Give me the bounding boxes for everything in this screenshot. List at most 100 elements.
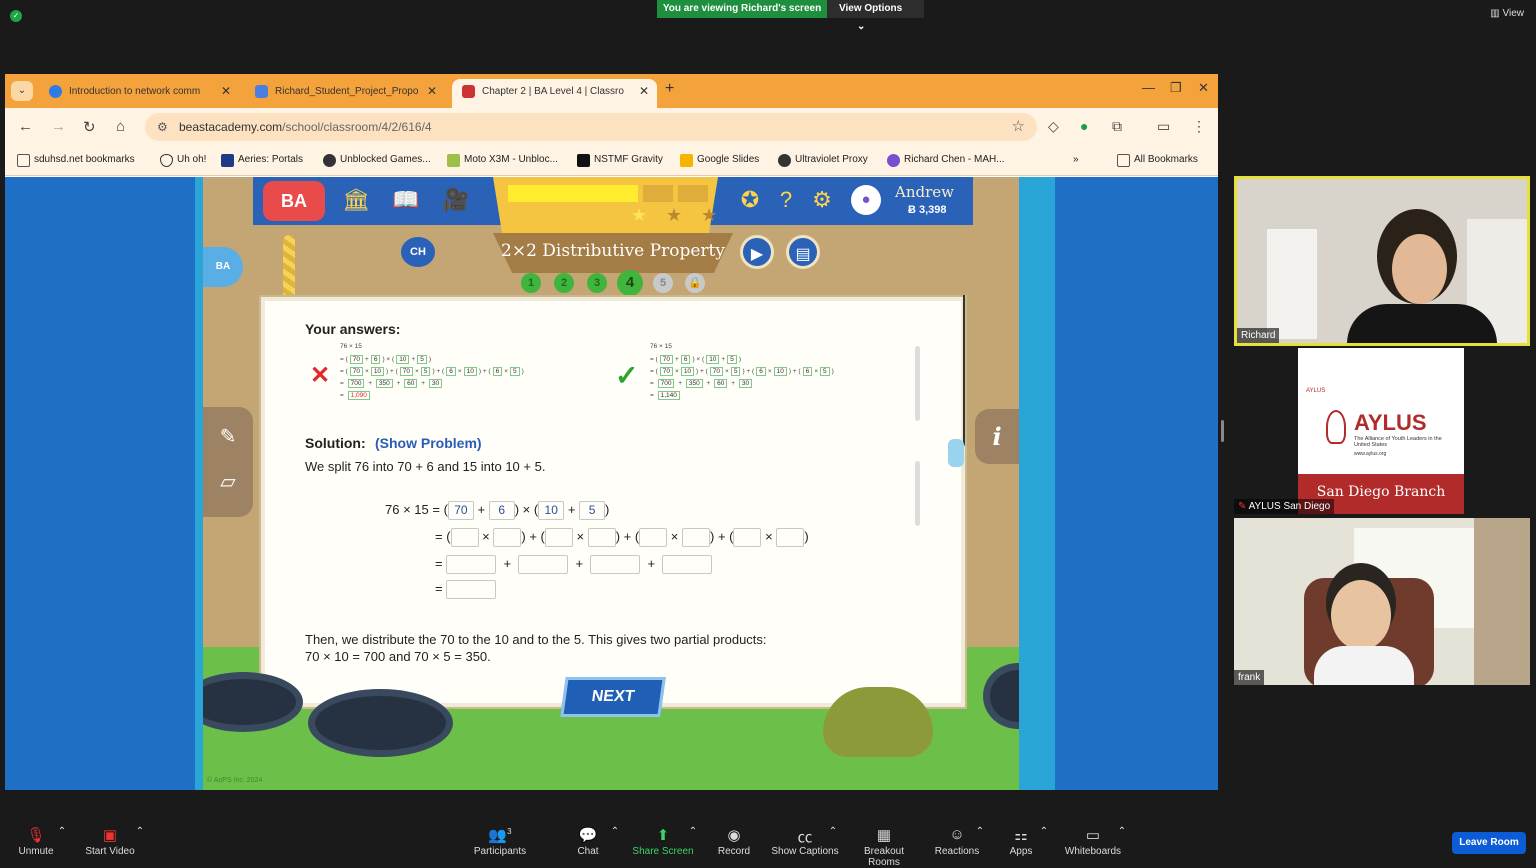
bookmark-ultraviolet-proxy[interactable]: Ultraviolet Proxy <box>778 154 868 167</box>
ublock-extension-icon[interactable]: ◇ <box>1048 118 1059 135</box>
close-tab-icon[interactable]: ✕ <box>221 79 231 104</box>
step-5[interactable]: 5 <box>653 273 673 293</box>
bookmark-unblocked-games[interactable]: Unblocked Games... <box>323 154 431 167</box>
bookmark-sduhsd[interactable]: sduhsd.net bookmarks <box>17 154 135 167</box>
bookmark-nstmf-gravity[interactable]: NSTMF Gravity <box>577 154 663 167</box>
participant-tile-frank[interactable]: frank <box>1234 518 1530 685</box>
attempt-row: = (70 × 10) + (70 × 5) + (6 × 10) + (6 × 5) <box>650 367 834 376</box>
beast-academy-icon <box>462 85 475 98</box>
empty-box[interactable] <box>518 555 569 575</box>
security-shield-icon[interactable]: ✓ <box>10 10 22 22</box>
leave-room-button[interactable]: Leave Room <box>1452 832 1526 854</box>
view-options-button[interactable]: View Options ⌄ <box>827 0 924 32</box>
back-icon[interactable]: ← <box>18 118 33 135</box>
user-name[interactable]: Andrew <box>895 183 954 201</box>
answers-scrollbar[interactable] <box>915 346 920 421</box>
video-camera-icon[interactable]: 🎥 <box>441 185 471 215</box>
whiteboards-options-chevron-icon[interactable]: ⌃ <box>1112 826 1132 837</box>
record-button[interactable]: ◉ Record <box>699 826 769 857</box>
bookmark-aeries[interactable]: Aeries: Portals <box>221 154 303 167</box>
answer-box[interactable]: 10 <box>538 501 565 521</box>
step-4-current[interactable]: 4 <box>617 270 643 296</box>
guide-book-icon[interactable]: ▤ <box>786 235 820 269</box>
step-3[interactable]: 3 <box>587 273 607 293</box>
site-settings-icon[interactable]: ⚙ <box>157 113 168 141</box>
empty-box[interactable] <box>733 528 762 548</box>
step-1[interactable]: 1 <box>521 273 541 293</box>
restore-icon[interactable]: ❐ <box>1170 80 1182 96</box>
bookmark-richard-chen[interactable]: Richard Chen - MAH... <box>887 154 1005 167</box>
chat-options-chevron-icon[interactable]: ⌃ <box>605 826 625 837</box>
participants-label: Participants <box>473 846 527 857</box>
show-problem-link[interactable]: (Show Problem) <box>375 435 482 451</box>
all-bookmarks[interactable]: All Bookmarks <box>1117 154 1198 167</box>
reload-icon[interactable]: ↻ <box>83 118 96 136</box>
tool-panel: ✎ ▱ <box>203 407 253 517</box>
bao-logo[interactable]: BA <box>263 181 325 221</box>
empty-box[interactable] <box>682 528 710 548</box>
settings-gear-icon[interactable]: ⚙ <box>807 185 837 215</box>
empty-box[interactable] <box>590 555 641 575</box>
empty-box[interactable] <box>662 555 713 575</box>
close-tab-icon[interactable]: ✕ <box>427 79 437 104</box>
web-content: BA 🏛 📖 🎥 ★ ★ ★ ✪ ? ⚙ ● Andrew Ƀ 3,398 2×… <box>5 177 1218 790</box>
tab-project-proposal[interactable]: Richard_Student_Project_Propo ✕ <box>245 79 445 108</box>
tab-introduction[interactable]: Introduction to network comm ✕ <box>39 79 239 108</box>
audio-options-chevron-icon[interactable]: ⌃ <box>52 826 72 837</box>
avatar[interactable]: ● <box>851 185 881 215</box>
bookmark-moto-x3m[interactable]: Moto X3M - Unbloc... <box>447 154 558 167</box>
chapter-badge[interactable]: CH <box>401 237 435 267</box>
empty-box[interactable] <box>639 528 668 548</box>
new-tab-button[interactable]: + <box>665 80 674 98</box>
captions-options-chevron-icon[interactable]: ⌃ <box>823 826 843 837</box>
tire-decoration <box>308 689 453 757</box>
tab-search-button[interactable]: ⌄ <box>11 81 33 101</box>
school-icon[interactable]: 🏛 <box>341 185 371 215</box>
bookmark-google-slides[interactable]: Google Slides <box>680 154 759 167</box>
empty-box[interactable] <box>446 555 497 575</box>
panel-resize-handle[interactable] <box>1221 420 1224 442</box>
extensions-puzzle-icon[interactable]: ⧉ <box>1112 118 1122 135</box>
pencil-icon[interactable]: ✎ <box>213 422 243 452</box>
empty-box[interactable] <box>446 580 497 600</box>
participant-tile-aylus[interactable]: AYLUS AYLUS The Alliance of Youth Leader… <box>1234 348 1530 514</box>
close-tab-icon[interactable]: ✕ <box>639 79 649 104</box>
solution-scrollbar[interactable] <box>915 461 920 526</box>
empty-box[interactable] <box>544 528 573 548</box>
apps-options-chevron-icon[interactable]: ⌃ <box>1034 826 1054 837</box>
answer-box[interactable]: 5 <box>579 501 606 521</box>
participants-button[interactable]: 👥3 Participants <box>465 826 535 857</box>
empty-box[interactable] <box>493 528 522 548</box>
side-bao-tab[interactable]: BA <box>203 247 243 287</box>
help-question-icon[interactable]: ? <box>771 185 801 215</box>
wrong-attempt: 76 × 15 = (70 +6) × (10 +5) = (70 × 10) + (7… <box>340 343 590 418</box>
play-video-icon[interactable]: ▶ <box>740 235 774 269</box>
home-icon[interactable]: ⌂ <box>116 118 125 135</box>
empty-box[interactable] <box>450 528 479 548</box>
minimize-icon[interactable]: — <box>1142 80 1155 95</box>
grammarly-extension-icon[interactable]: ● <box>1080 118 1088 134</box>
achievement-badge-icon[interactable]: ✪ <box>735 185 765 215</box>
participant-tile-richard[interactable]: Richard <box>1234 176 1530 346</box>
empty-box[interactable] <box>776 528 805 548</box>
next-button[interactable]: NEXT <box>560 677 666 717</box>
eraser-icon[interactable]: ▱ <box>213 467 243 497</box>
close-window-icon[interactable]: ✕ <box>1198 80 1209 96</box>
info-icon[interactable]: i <box>975 409 1019 464</box>
more-bookmarks-icon[interactable]: » <box>1073 154 1079 165</box>
book-icon[interactable]: 📖 <box>391 185 421 215</box>
tab-beast-academy[interactable]: Chapter 2 | BA Level 4 | Classro ✕ <box>452 79 657 108</box>
step-2[interactable]: 2 <box>554 273 574 293</box>
forward-icon[interactable]: → <box>51 118 66 135</box>
menu-kebab-icon[interactable]: ⋮ <box>1192 118 1206 135</box>
answer-box[interactable]: 6 <box>488 501 515 521</box>
video-options-chevron-icon[interactable]: ⌃ <box>130 826 150 837</box>
cast-icon[interactable]: ▭ <box>1157 118 1170 135</box>
bookmark-uh-oh[interactable]: Uh oh! <box>160 154 206 167</box>
answer-box[interactable]: 70 <box>447 501 474 521</box>
breakout-rooms-button[interactable]: ▦ Breakout Rooms <box>849 826 919 868</box>
empty-box[interactable] <box>587 528 616 548</box>
bookmark-star-icon[interactable]: ☆ <box>1012 113 1025 141</box>
address-bar[interactable]: ⚙ beastacademy.com/school/classroom/4/2/… <box>145 113 1037 141</box>
view-button[interactable]: ▥ View <box>1490 8 1524 19</box>
